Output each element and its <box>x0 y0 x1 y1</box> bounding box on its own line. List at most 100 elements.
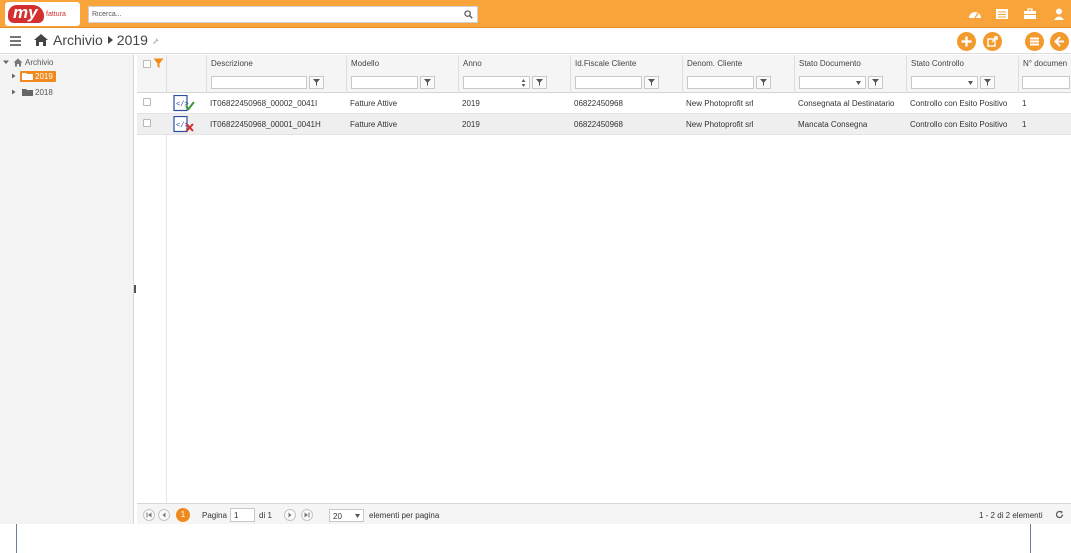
current-page-badge[interactable]: 1 <box>176 508 190 522</box>
filter-button[interactable] <box>532 76 547 89</box>
last-page-icon <box>304 512 310 518</box>
user-icon[interactable] <box>1052 7 1066 21</box>
funnel-icon <box>536 79 543 86</box>
table-list-icon <box>1030 37 1039 46</box>
page-size-select[interactable]: 20 <box>329 509 364 522</box>
filter-select-stato-controllo[interactable] <box>911 76 978 89</box>
app-logo[interactable]: my fattura <box>5 2 80 26</box>
header-descrizione[interactable]: Descrizione <box>206 55 346 93</box>
filter-icon[interactable] <box>153 58 164 69</box>
first-page-button[interactable] <box>143 509 155 521</box>
header-anno[interactable]: Anno <box>458 55 570 93</box>
first-page-icon <box>146 512 152 518</box>
cell-modello: Fatture Attive <box>350 99 398 108</box>
home-icon[interactable] <box>33 33 49 47</box>
collapse-menu-icon[interactable] <box>10 35 21 46</box>
chevron-down-icon <box>968 81 973 85</box>
search-input[interactable] <box>89 7 459 22</box>
cell-stato-controllo: Controllo con Esito Positivo <box>910 99 1008 108</box>
filter-input-denom[interactable] <box>687 76 754 89</box>
top-icons <box>968 7 1068 21</box>
cell-modello: Fatture Attive <box>350 120 398 129</box>
list-view-icon[interactable] <box>995 7 1009 21</box>
back-button[interactable] <box>1050 32 1069 51</box>
header-modello[interactable]: Modello <box>346 55 458 93</box>
svg-text:</>: </> <box>176 122 189 130</box>
spinner-arrows-icon[interactable] <box>521 78 526 88</box>
xml-document-error-icon[interactable]: </> <box>173 116 195 133</box>
column-divider <box>166 93 167 503</box>
cell-denom: New Photoprofit srl <box>686 120 754 129</box>
header-n-documento[interactable]: N° documen <box>1018 55 1071 93</box>
filter-input-id-fiscale[interactable] <box>575 76 642 89</box>
columns-menu-button[interactable] <box>1025 32 1044 51</box>
tree-item-2019[interactable]: 2019 <box>11 70 56 82</box>
filter-input-descrizione[interactable] <box>211 76 307 89</box>
funnel-icon <box>648 79 655 86</box>
tree-item-selected[interactable]: 2019 <box>20 70 56 82</box>
next-page-icon <box>288 512 292 518</box>
page-input[interactable]: 1 <box>230 508 255 522</box>
breadcrumb-root[interactable]: Archivio <box>53 32 103 48</box>
add-button[interactable] <box>957 32 976 51</box>
filter-button[interactable] <box>644 76 659 89</box>
header-stato-documento[interactable]: Stato Documento <box>794 55 906 93</box>
header-id-fiscale[interactable]: Id.Fiscale Cliente <box>570 55 682 93</box>
prev-page-button[interactable] <box>158 509 170 521</box>
header-label: Stato Documento <box>799 59 861 68</box>
pin-icon[interactable] <box>152 36 161 45</box>
caret-down-icon[interactable] <box>3 59 9 65</box>
table-row[interactable]: </> IT06822450968_00002_0041I Fatture At… <box>137 93 1071 114</box>
filter-button[interactable] <box>309 76 324 89</box>
search-icon[interactable] <box>464 10 473 19</box>
row-checkbox[interactable] <box>143 98 151 106</box>
pane-splitter[interactable] <box>134 285 136 293</box>
breadcrumb-current: 2019 <box>116 32 148 48</box>
filter-input-anno[interactable] <box>463 76 530 89</box>
filter-button[interactable] <box>756 76 771 89</box>
chevron-down-icon <box>856 81 861 85</box>
next-page-button[interactable] <box>284 509 296 521</box>
filter-select-stato-documento[interactable] <box>799 76 866 89</box>
table-row[interactable]: </> IT06822450968_00001_0041H Fatture At… <box>137 114 1071 135</box>
briefcase-icon[interactable] <box>1023 7 1037 21</box>
page-label: Pagina <box>202 511 227 520</box>
tree-item-2018[interactable]: 2018 <box>11 86 53 98</box>
cell-stato-documento: Consegnata al Destinatario <box>798 99 895 108</box>
page-size-value: 20 <box>333 512 342 521</box>
xml-document-ok-icon[interactable]: </> <box>173 95 195 112</box>
page-size-label: elementi per pagina <box>369 511 440 520</box>
header-denom-cliente[interactable]: Denom. Cliente <box>682 55 794 93</box>
select-all-checkbox[interactable] <box>143 60 151 68</box>
filter-input-modello[interactable] <box>351 76 418 89</box>
dashboard-gauge-icon[interactable] <box>968 7 982 21</box>
filter-button[interactable] <box>868 76 883 89</box>
header-stato-controllo[interactable]: Stato Controllo <box>906 55 1018 93</box>
header-label: Modello <box>351 59 380 68</box>
cell-anno: 2019 <box>462 99 480 108</box>
home-icon <box>13 58 23 66</box>
filter-button[interactable] <box>420 76 435 89</box>
funnel-icon <box>872 79 879 86</box>
open-external-button[interactable] <box>983 32 1002 51</box>
filter-input-n-documento[interactable] <box>1022 76 1070 89</box>
header-label: N° documen <box>1023 59 1068 68</box>
cell-stato-documento: Mancata Consegna <box>798 120 868 129</box>
logo-text: my <box>13 3 38 22</box>
chevron-down-icon <box>355 514 360 518</box>
header-label: Denom. Cliente <box>687 59 743 68</box>
cell-id-fiscale: 06822450968 <box>574 99 623 108</box>
refresh-icon[interactable] <box>1055 510 1064 519</box>
caret-right-icon[interactable] <box>11 89 16 95</box>
caret-right-icon[interactable] <box>11 73 16 79</box>
caret-right-icon <box>107 36 113 44</box>
filter-button[interactable] <box>980 76 995 89</box>
cell-n-documento: 1 <box>1022 120 1027 129</box>
folder-icon <box>22 73 33 80</box>
funnel-icon <box>760 79 767 86</box>
header-label: Stato Controllo <box>911 59 964 68</box>
tree-root[interactable]: Archivio <box>3 56 53 68</box>
header-icon-column <box>166 55 206 93</box>
last-page-button[interactable] <box>301 509 313 521</box>
row-checkbox[interactable] <box>143 119 151 127</box>
